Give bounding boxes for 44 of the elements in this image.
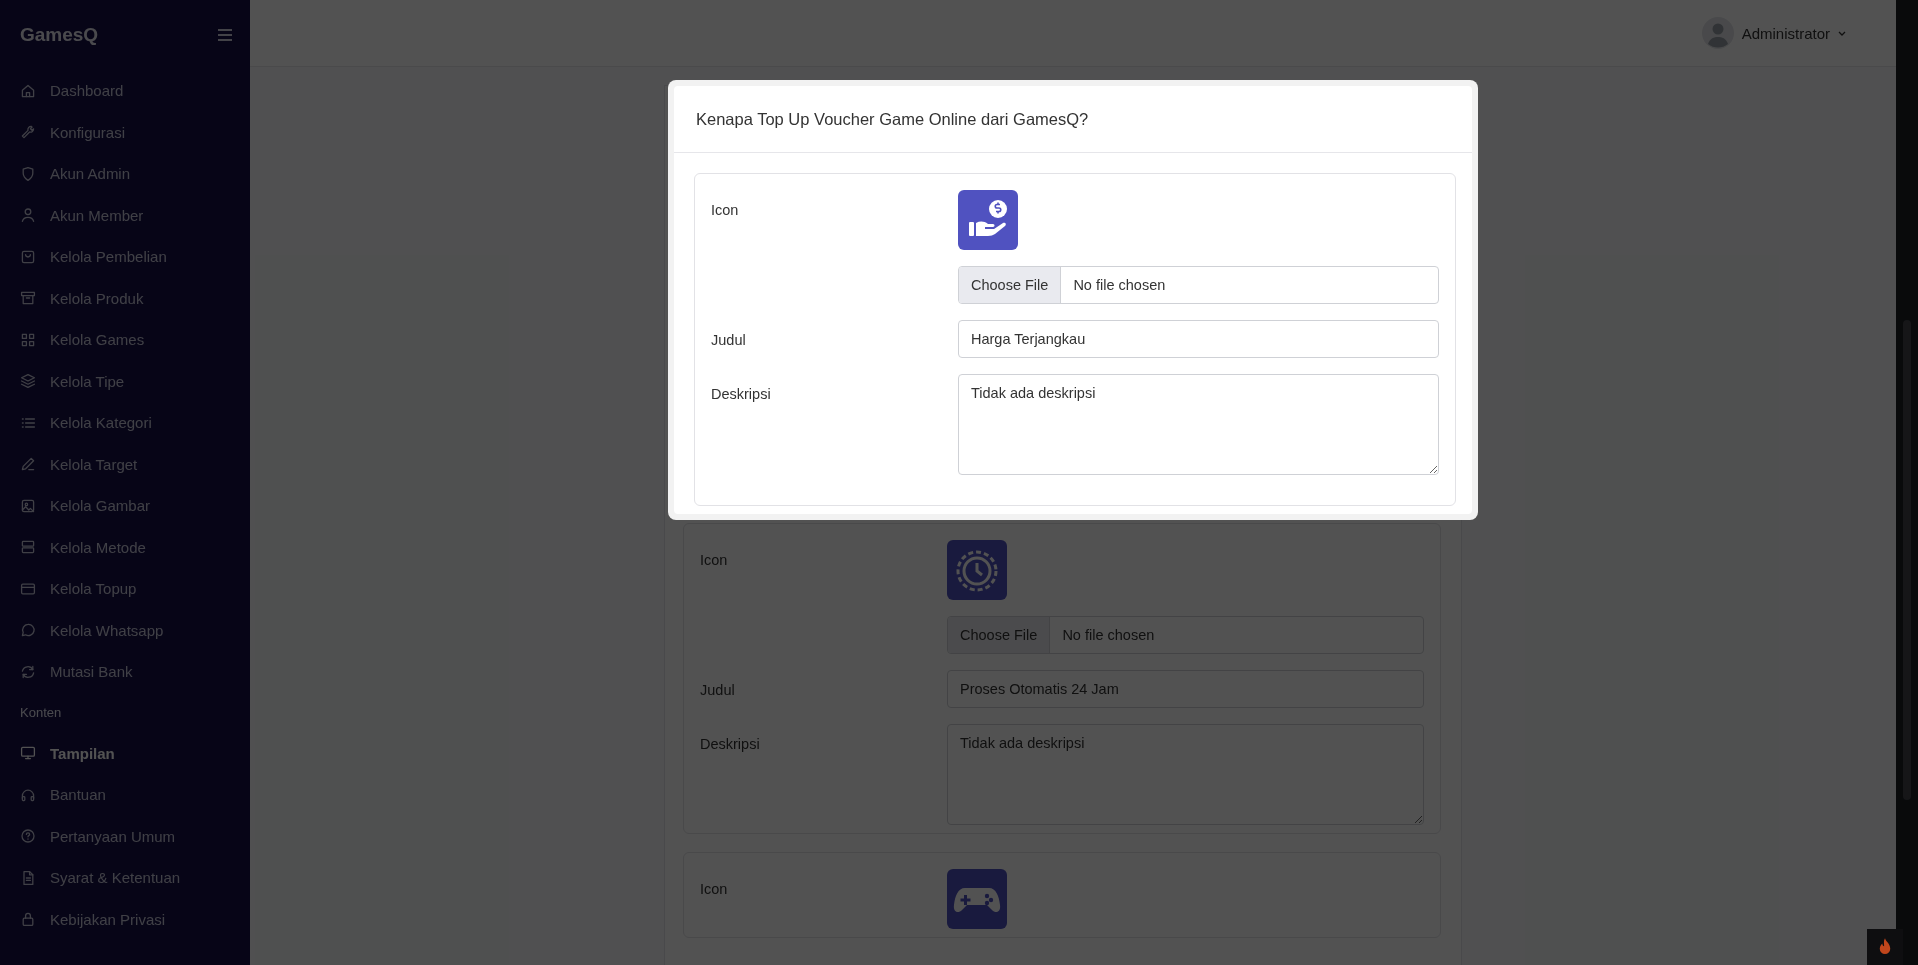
flame-icon bbox=[1878, 938, 1892, 956]
archive-box-icon bbox=[20, 290, 36, 307]
grid-icon bbox=[20, 331, 36, 348]
layers-icon bbox=[20, 373, 36, 390]
field-label: Icon bbox=[700, 880, 729, 897]
field-label: Deskripsi bbox=[711, 385, 772, 402]
question-circle-icon bbox=[20, 828, 36, 845]
sidebar-item[interactable]: Tampilan bbox=[20, 732, 250, 774]
hand-coin-icon bbox=[958, 190, 1018, 250]
clock-icon bbox=[947, 540, 1007, 600]
wrench-icon bbox=[20, 124, 36, 141]
chevron-down-icon bbox=[1838, 30, 1846, 36]
field-label: Judul bbox=[711, 331, 747, 348]
section-label: Konten bbox=[20, 704, 63, 722]
home-icon bbox=[20, 82, 36, 99]
pen-icon bbox=[20, 456, 36, 473]
debug-toolbar-button[interactable] bbox=[1867, 929, 1903, 965]
brand-name: GamesQ bbox=[20, 24, 99, 46]
field-label: Judul bbox=[700, 681, 736, 698]
shield-icon bbox=[20, 165, 36, 182]
user-icon bbox=[20, 207, 36, 224]
gamepad-icon bbox=[947, 869, 1007, 929]
server-icon bbox=[20, 539, 36, 556]
menu-icon[interactable] bbox=[218, 29, 232, 41]
file-input[interactable]: Choose File No file chosen bbox=[958, 266, 1439, 304]
modal-title: Kenapa Top Up Voucher Game Online dari GamesQ? bbox=[696, 109, 1089, 129]
avatar-icon bbox=[1701, 17, 1734, 49]
lock-icon bbox=[20, 911, 36, 928]
field-label: Icon bbox=[700, 551, 729, 568]
scrollbar[interactable] bbox=[1896, 0, 1918, 965]
chat-bubble-icon bbox=[20, 622, 36, 639]
file-input[interactable]: Choose File No file chosen bbox=[947, 616, 1424, 654]
field-label: Icon bbox=[711, 201, 740, 218]
refresh-icon bbox=[20, 663, 36, 680]
description-textarea[interactable]: Tidak ada deskripsi bbox=[947, 724, 1424, 825]
document-icon bbox=[20, 869, 36, 886]
description-textarea[interactable]: Tidak ada deskripsi bbox=[958, 374, 1439, 475]
title-input[interactable]: Harga Terjangkau bbox=[958, 320, 1439, 358]
user-menu[interactable]: Administrator bbox=[1701, 17, 1846, 49]
field-label: Deskripsi bbox=[700, 735, 761, 752]
image-icon bbox=[20, 497, 36, 514]
bag-icon bbox=[20, 248, 36, 265]
title-input[interactable]: Proses Otomatis 24 Jam bbox=[947, 670, 1424, 708]
monitor-icon bbox=[20, 745, 36, 762]
